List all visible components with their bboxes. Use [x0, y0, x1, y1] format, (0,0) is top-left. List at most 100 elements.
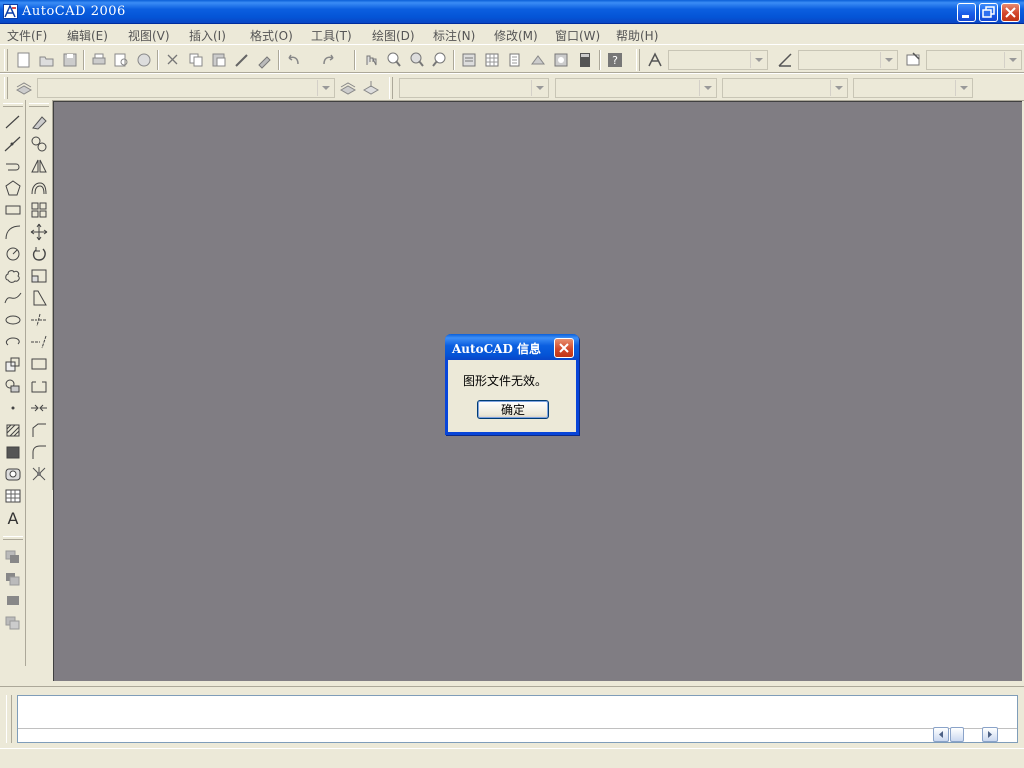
zoom-window-icon[interactable]: [407, 50, 427, 70]
menu-modify[interactable]: 修改(M): [494, 27, 538, 44]
scale-icon[interactable]: [28, 266, 50, 286]
layer-combo[interactable]: [37, 78, 335, 98]
properties-icon[interactable]: [459, 50, 479, 70]
color-control-combo[interactable]: [399, 78, 549, 98]
menu-window[interactable]: 窗口(W): [555, 27, 600, 44]
polygon-icon[interactable]: [2, 178, 24, 198]
arc-icon[interactable]: [2, 222, 24, 242]
copy-icon[interactable]: [186, 50, 206, 70]
join-icon[interactable]: [28, 398, 50, 418]
command-window-grip[interactable]: [6, 695, 12, 743]
toolbar-grip[interactable]: [636, 49, 640, 71]
new-icon[interactable]: [14, 50, 34, 70]
send-to-back-icon[interactable]: [2, 569, 24, 589]
make-object-layer-current-icon[interactable]: [338, 78, 358, 98]
markup-set-manager-icon[interactable]: [551, 50, 571, 70]
design-center-icon[interactable]: [482, 50, 502, 70]
dialog-titlebar[interactable]: AutoCAD 信息: [445, 334, 579, 360]
table-style-combo[interactable]: [926, 50, 1022, 70]
ellipse-icon[interactable]: [2, 310, 24, 330]
scroll-thumb[interactable]: [950, 727, 964, 742]
multiline-text-icon[interactable]: A: [2, 508, 24, 528]
point-icon[interactable]: [2, 398, 24, 418]
scroll-left-button[interactable]: [933, 727, 949, 742]
dimension-style-combo[interactable]: [798, 50, 898, 70]
table-style-icon[interactable]: [903, 50, 923, 70]
zoom-previous-icon[interactable]: [430, 50, 450, 70]
close-button[interactable]: [1001, 3, 1020, 22]
toolbar-grip[interactable]: [389, 77, 393, 99]
menu-draw[interactable]: 绘图(D): [372, 27, 415, 44]
send-under-objects-icon[interactable]: [2, 613, 24, 633]
copy-object-icon[interactable]: [28, 134, 50, 154]
gradient-icon[interactable]: [2, 442, 24, 462]
minimize-button[interactable]: [957, 3, 976, 22]
erase-icon[interactable]: [28, 112, 50, 132]
make-block-icon[interactable]: [2, 376, 24, 396]
table-icon[interactable]: [2, 486, 24, 506]
region-icon[interactable]: [2, 464, 24, 484]
redo-icon[interactable]: [318, 50, 338, 70]
publish-icon[interactable]: [134, 50, 154, 70]
bring-to-front-icon[interactable]: [2, 547, 24, 567]
scroll-right-button[interactable]: [982, 727, 998, 742]
polyline-icon[interactable]: [2, 156, 24, 176]
rectangle-icon[interactable]: [2, 200, 24, 220]
menu-dimension[interactable]: 标注(N): [433, 27, 475, 44]
dialog-close-button[interactable]: [554, 338, 574, 358]
array-icon[interactable]: [28, 200, 50, 220]
plot-icon[interactable]: [89, 50, 109, 70]
toolbar-grip[interactable]: [29, 103, 49, 107]
text-style-combo[interactable]: [668, 50, 768, 70]
menu-view[interactable]: 视图(V): [128, 27, 170, 44]
layer-properties-icon[interactable]: [14, 78, 34, 98]
zoom-realtime-icon[interactable]: [384, 50, 404, 70]
ellipse-arc-icon[interactable]: [2, 332, 24, 352]
layer-previous-icon[interactable]: [361, 78, 381, 98]
ok-button[interactable]: 确定: [477, 400, 549, 419]
break-at-point-icon[interactable]: [28, 354, 50, 374]
mirror-icon[interactable]: [28, 156, 50, 176]
menu-help[interactable]: 帮助(H): [616, 27, 658, 44]
sheet-set-manager-icon[interactable]: [528, 50, 548, 70]
plot-preview-icon[interactable]: [111, 50, 131, 70]
construction-line-icon[interactable]: [2, 134, 24, 154]
undo-icon[interactable]: [284, 50, 304, 70]
toolbar-grip[interactable]: [3, 536, 23, 540]
lineweight-control-combo[interactable]: [722, 78, 848, 98]
command-line[interactable]: [17, 695, 1018, 743]
bring-above-objects-icon[interactable]: [2, 591, 24, 611]
linetype-control-combo[interactable]: [555, 78, 717, 98]
break-icon[interactable]: [28, 376, 50, 396]
insert-block-icon[interactable]: [2, 354, 24, 374]
circle-icon[interactable]: [2, 244, 24, 264]
block-editor-icon[interactable]: [255, 50, 275, 70]
text-style-icon[interactable]: [645, 50, 665, 70]
paste-icon[interactable]: [209, 50, 229, 70]
match-properties-icon[interactable]: [232, 50, 252, 70]
toolbar-grip[interactable]: [4, 49, 8, 71]
menu-tools[interactable]: 工具(T): [311, 27, 352, 44]
plot-style-control-combo[interactable]: [853, 78, 973, 98]
menu-insert[interactable]: 插入(I): [189, 27, 226, 44]
menu-edit[interactable]: 编辑(E): [67, 27, 108, 44]
spline-icon[interactable]: [2, 288, 24, 308]
hatch-icon[interactable]: [2, 420, 24, 440]
cut-icon[interactable]: [163, 50, 183, 70]
stretch-icon[interactable]: [28, 288, 50, 308]
pan-realtime-icon[interactable]: [361, 50, 381, 70]
toolbar-grip[interactable]: [4, 77, 8, 99]
autocad-app-icon[interactable]: [3, 4, 18, 19]
trim-icon[interactable]: [28, 310, 50, 330]
menu-format[interactable]: 格式(O): [250, 27, 293, 44]
rotate-icon[interactable]: [28, 244, 50, 264]
fillet-icon[interactable]: [28, 442, 50, 462]
menu-file[interactable]: 文件(F): [7, 27, 47, 44]
window-titlebar[interactable]: AutoCAD 2006: [0, 0, 1024, 24]
extend-icon[interactable]: [28, 332, 50, 352]
open-icon[interactable]: [37, 50, 57, 70]
line-icon[interactable]: [2, 112, 24, 132]
revision-cloud-icon[interactable]: [2, 266, 24, 286]
tool-palettes-icon[interactable]: [505, 50, 525, 70]
offset-icon[interactable]: [28, 178, 50, 198]
